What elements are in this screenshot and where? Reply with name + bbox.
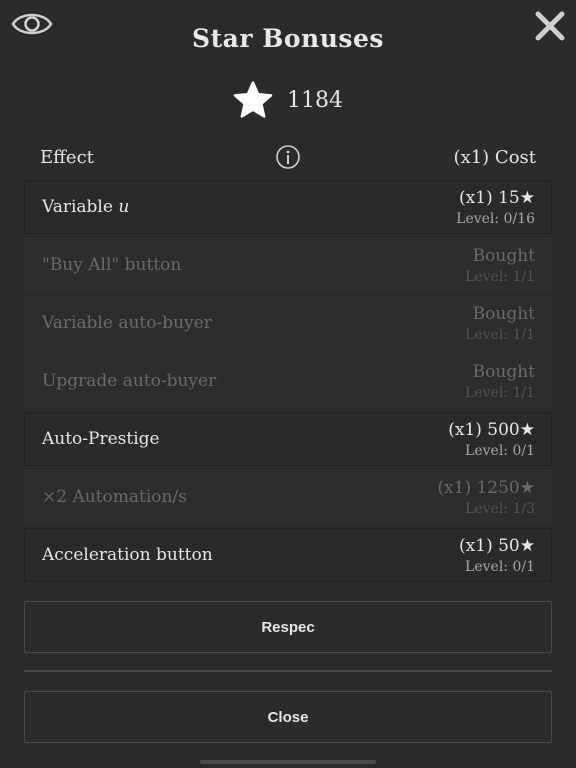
bonus-row-auto-prestige[interactable]: Auto-Prestige (x1) 500★ Level: 0/1 xyxy=(24,412,552,466)
bonus-effect: Variable u xyxy=(42,181,129,233)
bonus-effect: Upgrade auto-buyer xyxy=(42,371,217,391)
respec-button[interactable]: Respec xyxy=(24,601,552,653)
bonus-cost: Bought xyxy=(472,304,535,324)
bonus-row-acceleration-button[interactable]: Acceleration button (x1) 50★ Level: 0/1 xyxy=(24,528,552,582)
header-cost: (x1) Cost xyxy=(453,146,536,168)
bonus-cost: (x1) 1250★ xyxy=(437,478,535,498)
bonus-level: Level: 1/3 xyxy=(465,501,535,517)
bonus-row-variable-auto-buyer: Variable auto-buyer Bought Level: 1/1 xyxy=(24,296,552,350)
bonus-row-automation: ×2 Automation/s (x1) 1250★ Level: 1/3 xyxy=(24,470,552,524)
bonus-effect: Variable auto-buyer xyxy=(42,313,212,333)
bonus-level: Level: 0/1 xyxy=(465,443,535,459)
bonus-level: Level: 0/1 xyxy=(465,559,535,575)
bonus-cost: (x1) 500★ xyxy=(448,420,535,440)
bonus-effect: Auto-Prestige xyxy=(42,429,160,449)
bonus-row-upgrade-auto-buyer: Upgrade auto-buyer Bought Level: 1/1 xyxy=(24,354,552,408)
bonus-row-buy-all: "Buy All" button Bought Level: 1/1 xyxy=(24,238,552,292)
bonus-effect: "Buy All" button xyxy=(42,255,182,275)
home-indicator xyxy=(200,760,376,764)
bonus-effect-variable: u xyxy=(118,197,130,217)
header-effect: Effect xyxy=(40,146,94,168)
star-icon: ★ xyxy=(519,188,535,208)
star-icon: ★ xyxy=(519,536,535,556)
star-icon: ★ xyxy=(519,478,535,498)
bonus-cost: (x1) 15★ xyxy=(459,188,535,208)
bonus-cost-value: (x1) 1250 xyxy=(437,478,520,498)
bonus-effect-label: Variable xyxy=(42,197,113,217)
table-header: Effect (x1) Cost xyxy=(26,140,550,174)
bonus-level: Level: 0/16 xyxy=(456,211,535,227)
star-count: 1184 xyxy=(287,87,343,113)
bonus-effect: Acceleration button xyxy=(42,545,213,565)
bonus-cost-value: (x1) 15 xyxy=(459,188,520,208)
bonus-cost-value: (x1) 500 xyxy=(448,420,520,440)
bonus-level: Level: 1/1 xyxy=(465,327,535,343)
bonus-level: Level: 1/1 xyxy=(465,269,535,285)
close-button[interactable]: Close xyxy=(24,691,552,743)
bonus-cost: (x1) 50★ xyxy=(459,536,535,556)
bonus-list: Variable u (x1) 15★ Level: 0/16 "Buy All… xyxy=(24,180,552,586)
page-title: Star Bonuses xyxy=(192,24,384,53)
star-icon xyxy=(233,81,273,118)
bonus-cost: Bought xyxy=(472,246,535,266)
bonus-cost-value: (x1) 50 xyxy=(459,536,520,556)
star-balance: 1184 xyxy=(0,78,576,122)
bonus-cost: Bought xyxy=(472,362,535,382)
star-icon: ★ xyxy=(519,420,535,440)
bonus-level: Level: 1/1 xyxy=(465,385,535,401)
bonus-effect: ×2 Automation/s xyxy=(42,487,187,507)
bonus-row-variable-u[interactable]: Variable u (x1) 15★ Level: 0/16 xyxy=(24,180,552,234)
info-icon[interactable] xyxy=(275,144,301,170)
divider xyxy=(24,670,552,672)
